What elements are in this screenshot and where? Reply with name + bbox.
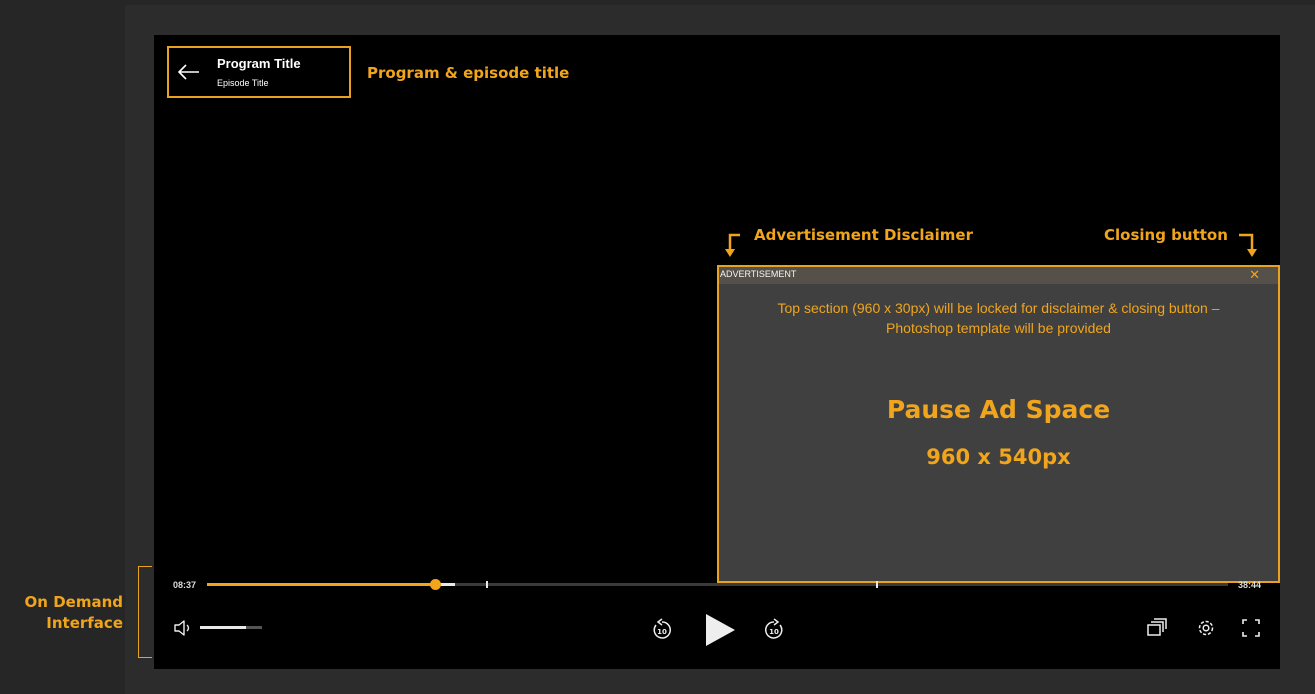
volume-level [200, 626, 246, 629]
current-time: 08:37 [173, 580, 197, 590]
pause-ad-overlay: ADVERTISEMENT ✕ Top section (960 x 30px)… [717, 265, 1280, 583]
play-icon[interactable] [704, 613, 736, 651]
ad-template-note: Top section (960 x 30px) will be locked … [777, 300, 1220, 336]
ad-disclaimer-label: ADVERTISEMENT [720, 269, 797, 279]
closing-pointer-icon [1239, 233, 1257, 257]
progress-track[interactable] [207, 579, 1228, 590]
volume-slider[interactable] [200, 626, 262, 629]
interface-annotation: On Demand Interface [24, 593, 123, 632]
settings-gear-icon[interactable] [1195, 617, 1217, 643]
ad-space-size: 960 x 540px [926, 445, 1071, 469]
chapter-marker [486, 581, 488, 588]
back-arrow-icon[interactable] [175, 62, 201, 82]
disclaimer-pointer-icon [725, 233, 740, 257]
duration: 38:44 [1238, 580, 1262, 590]
episode-title: Episode Title [217, 78, 269, 88]
interface-bracket [138, 566, 152, 658]
title-header: Program Title Episode Title [167, 46, 351, 98]
progress-handle[interactable] [429, 579, 441, 590]
ad-space-title: Pause Ad Space [886, 395, 1111, 424]
disclaimer-annotation: Advertisement Disclaimer [754, 226, 974, 244]
volume-icon[interactable] [173, 618, 193, 642]
episodes-icon[interactable] [1146, 618, 1168, 642]
closing-button-annotation: Closing button [1104, 226, 1228, 244]
ad-disclaimer-bar: ADVERTISEMENT ✕ [719, 267, 1278, 284]
chapter-marker [876, 581, 878, 588]
progress-fill [207, 583, 435, 586]
program-title: Program Title [217, 56, 301, 71]
close-icon[interactable]: ✕ [1249, 267, 1260, 284]
forward-10-icon[interactable]: 10 [762, 618, 786, 646]
fullscreen-icon[interactable] [1241, 618, 1261, 642]
svg-text:10: 10 [657, 628, 667, 636]
svg-text:10: 10 [769, 628, 779, 636]
rewind-10-icon[interactable]: 10 [650, 618, 674, 646]
title-annotation: Program & episode title [367, 64, 570, 82]
